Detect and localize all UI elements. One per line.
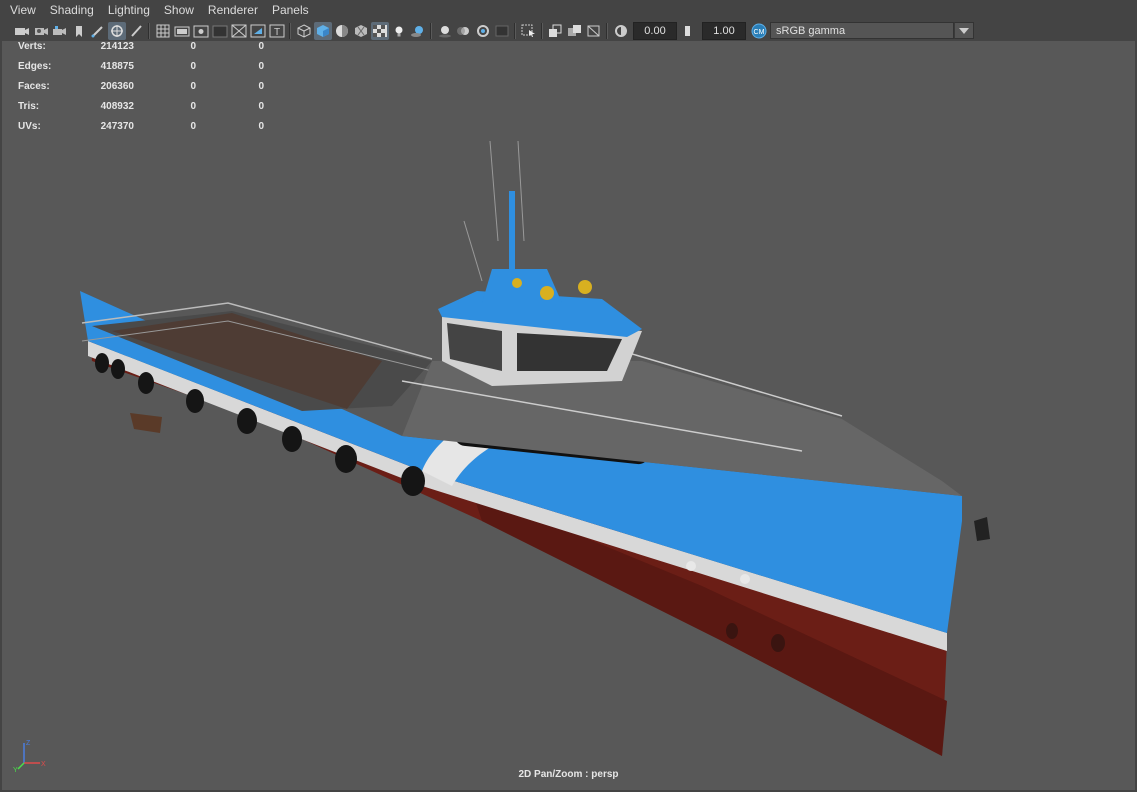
smooth-shade-icon[interactable] [313, 21, 332, 40]
gamma-field[interactable]: 1.00 [702, 21, 746, 40]
hud-label: Faces: [18, 81, 50, 92]
menu-renderer[interactable]: Renderer [201, 0, 265, 20]
menu-view[interactable]: View [0, 0, 43, 20]
bookmarks-icon[interactable] [51, 22, 69, 40]
checker-icon[interactable] [370, 21, 389, 40]
toolbar-separator [514, 22, 516, 39]
hud-row-edges: Edges: 418875 0 0 [18, 61, 264, 81]
view-transform-icon[interactable]: CM [750, 22, 768, 40]
wireframe-icon[interactable] [295, 22, 313, 40]
menu-panels[interactable]: Panels [265, 0, 316, 20]
hud-value: 0 [258, 41, 264, 52]
hud-value: 0 [190, 61, 196, 72]
hud-label: UVs: [18, 121, 41, 132]
panel-menu-bar: View Shading Lighting Show Renderer Pane… [0, 0, 1137, 20]
chevron-down-icon[interactable] [954, 22, 974, 39]
poly-count-hud: Verts: 214123 0 0 Edges: 418875 0 0 Face… [18, 41, 264, 141]
toolbar-separator [289, 22, 291, 39]
shadows-icon[interactable] [409, 22, 427, 40]
hud-value: 408932 [100, 101, 134, 112]
camera-select-icon[interactable] [13, 22, 31, 40]
grid-icon[interactable] [154, 22, 172, 40]
hud-row-verts: Verts: 214123 0 0 [18, 41, 264, 61]
hud-value: 0 [258, 101, 264, 112]
hud-value: 214123 [100, 41, 134, 52]
isolate-select-icon[interactable] [520, 22, 538, 40]
toolbar-separator [430, 22, 432, 39]
axis-x-label: X [41, 761, 46, 768]
toolbar-separator [148, 22, 150, 39]
hud-value: 206360 [100, 81, 134, 92]
menu-show[interactable]: Show [157, 0, 201, 20]
hud-value: 0 [258, 61, 264, 72]
field-chart-icon[interactable] [230, 22, 248, 40]
color-space-dropdown[interactable]: sRGB gamma [770, 22, 974, 40]
color-space-value[interactable]: sRGB gamma [770, 22, 954, 39]
3d-viewport[interactable]: Verts: 214123 0 0 Edges: 418875 0 0 Face… [2, 41, 1135, 790]
hud-label: Edges: [18, 61, 52, 72]
hud-value: 0 [190, 81, 196, 92]
paint-brush-icon[interactable] [127, 22, 145, 40]
hud-label: Tris: [18, 101, 40, 112]
toolbar-separator [606, 22, 608, 39]
xray-icon[interactable] [547, 22, 565, 40]
hud-value: 0 [190, 121, 196, 132]
2d-pan-zoom-icon[interactable] [107, 21, 126, 40]
boat-model[interactable] [2, 41, 1135, 790]
menu-lighting[interactable]: Lighting [101, 0, 157, 20]
hud-value: 0 [190, 101, 196, 112]
hud-row-faces: Faces: 206360 0 0 [18, 81, 264, 101]
use-all-lights-icon[interactable] [390, 22, 408, 40]
hud-value: 0 [190, 41, 196, 52]
hud-value: 0 [258, 81, 264, 92]
camera-name-label: 2D Pan/Zoom : persp [518, 769, 619, 780]
default-material-icon[interactable] [333, 22, 351, 40]
maya-viewport-panel: View Shading Lighting Show Renderer Pane… [0, 0, 1137, 792]
gate-mask-icon[interactable] [211, 22, 229, 40]
image-plane-icon[interactable] [70, 22, 88, 40]
motion-blur-icon[interactable] [455, 22, 473, 40]
exposure-field[interactable]: 0.00 [633, 21, 677, 40]
camera-attributes-icon[interactable] [32, 22, 50, 40]
hud-row-tris: Tris: 408932 0 0 [18, 101, 264, 121]
axis-z-label: Z [26, 740, 31, 747]
textured-icon[interactable] [352, 22, 370, 40]
hud-value: 247370 [100, 121, 134, 132]
exposure-icon[interactable] [612, 22, 630, 40]
xray-joints-icon[interactable] [566, 22, 584, 40]
toolbar-separator [541, 22, 543, 39]
xray-components-icon[interactable] [585, 22, 603, 40]
resolution-gate-icon[interactable] [192, 22, 210, 40]
film-gate-icon[interactable] [173, 22, 191, 40]
safe-action-icon[interactable] [249, 22, 267, 40]
hud-value: 418875 [100, 61, 134, 72]
svg-text:T: T [273, 27, 279, 38]
panel-toolbar: T 0.00 1.00 CM sRGB gamma [0, 20, 1137, 41]
depth-of-field-icon[interactable] [493, 22, 511, 40]
hud-label: Verts: [18, 41, 46, 52]
axis-gizmo-icon: Z X Y [13, 740, 46, 773]
ambient-occlusion-icon[interactable] [436, 22, 454, 40]
hud-row-uvs: UVs: 247370 0 0 [18, 121, 264, 141]
menu-shading[interactable]: Shading [43, 0, 101, 20]
hud-value: 0 [258, 121, 264, 132]
safe-title-icon[interactable]: T [268, 22, 286, 40]
gamma-icon[interactable] [681, 22, 699, 40]
grease-pencil-icon[interactable] [89, 22, 107, 40]
svg-text:CM: CM [753, 29, 764, 36]
anti-aliasing-icon[interactable] [474, 22, 492, 40]
